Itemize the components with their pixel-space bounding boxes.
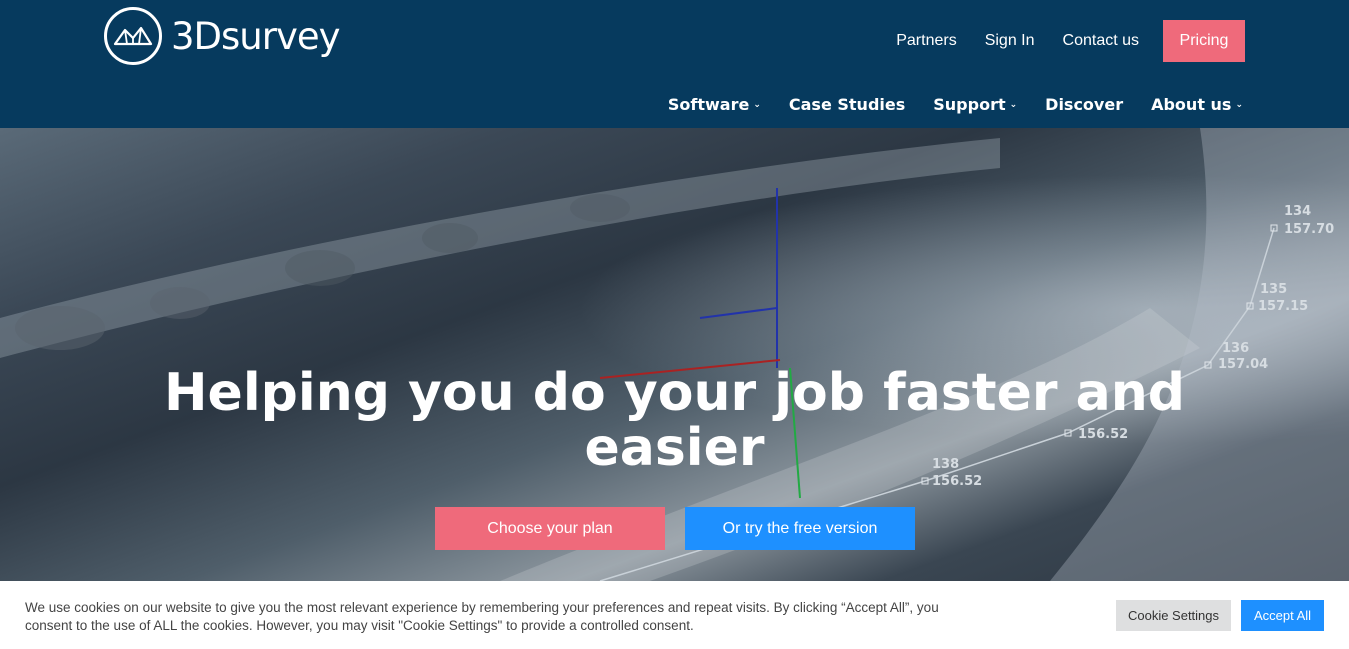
hero-title: Helping you do your job faster and easie… bbox=[150, 366, 1199, 476]
nav-case-studies-label: Case Studies bbox=[788, 95, 906, 114]
survey-label: 157.70 bbox=[1284, 222, 1334, 237]
nav-discover[interactable]: Discover bbox=[1045, 95, 1123, 114]
pricing-button[interactable]: Pricing bbox=[1163, 20, 1245, 62]
site-header: 3Dsurvey Partners Sign In Contact us Pri… bbox=[0, 0, 1349, 128]
nav-about-us[interactable]: About us ⌄ bbox=[1151, 95, 1243, 114]
cookie-message: We use cookies on our website to give yo… bbox=[25, 600, 939, 633]
main-navigation: Software ⌄ Case Studies Support ⌄ Discov… bbox=[640, 95, 1243, 114]
survey-label: 135 bbox=[1260, 282, 1287, 297]
survey-label: 134 bbox=[1284, 204, 1311, 219]
nav-support[interactable]: Support ⌄ bbox=[933, 95, 1017, 114]
nav-discover-label: Discover bbox=[1045, 95, 1124, 114]
choose-plan-button[interactable]: Choose your plan bbox=[435, 507, 665, 550]
cookie-banner: We use cookies on our website to give yo… bbox=[0, 581, 1349, 649]
brand-logo[interactable]: 3Dsurvey bbox=[104, 7, 341, 65]
accept-all-button[interactable]: Accept All bbox=[1241, 600, 1324, 631]
nav-partners[interactable]: Partners bbox=[896, 32, 956, 50]
logo-mountain-icon bbox=[104, 7, 162, 65]
hero-title-line-2: easier bbox=[584, 418, 765, 478]
nav-contact-us[interactable]: Contact us bbox=[1063, 32, 1139, 50]
top-navigation: Partners Sign In Contact us Pricing bbox=[868, 20, 1245, 62]
free-version-button[interactable]: Or try the free version bbox=[685, 507, 915, 550]
brand-name: 3Dsurvey bbox=[171, 14, 341, 58]
survey-label: 156.52 bbox=[932, 474, 982, 489]
survey-label: 157.15 bbox=[1258, 299, 1308, 314]
nav-support-label: Support bbox=[933, 95, 1006, 114]
chevron-down-icon: ⌄ bbox=[1009, 99, 1018, 110]
survey-label: 136 bbox=[1222, 341, 1249, 356]
nav-software-label: Software bbox=[667, 95, 750, 114]
hero-background-image: 134 157.70 135 157.15 136 157.04 156.52 … bbox=[0, 128, 1349, 581]
nav-software[interactable]: Software ⌄ bbox=[668, 95, 761, 114]
survey-label: 157.04 bbox=[1218, 357, 1268, 372]
cookie-settings-button[interactable]: Cookie Settings bbox=[1116, 600, 1231, 631]
chevron-down-icon: ⌄ bbox=[753, 99, 761, 110]
hero-section: 134 157.70 135 157.15 136 157.04 156.52 … bbox=[0, 128, 1349, 581]
nav-sign-in[interactable]: Sign In bbox=[985, 32, 1035, 50]
chevron-down-icon: ⌄ bbox=[1235, 99, 1243, 110]
nav-case-studies[interactable]: Case Studies bbox=[789, 95, 905, 114]
nav-about-us-label: About us bbox=[1151, 95, 1232, 114]
hero-title-line-1: Helping you do your job faster and bbox=[164, 363, 1185, 423]
